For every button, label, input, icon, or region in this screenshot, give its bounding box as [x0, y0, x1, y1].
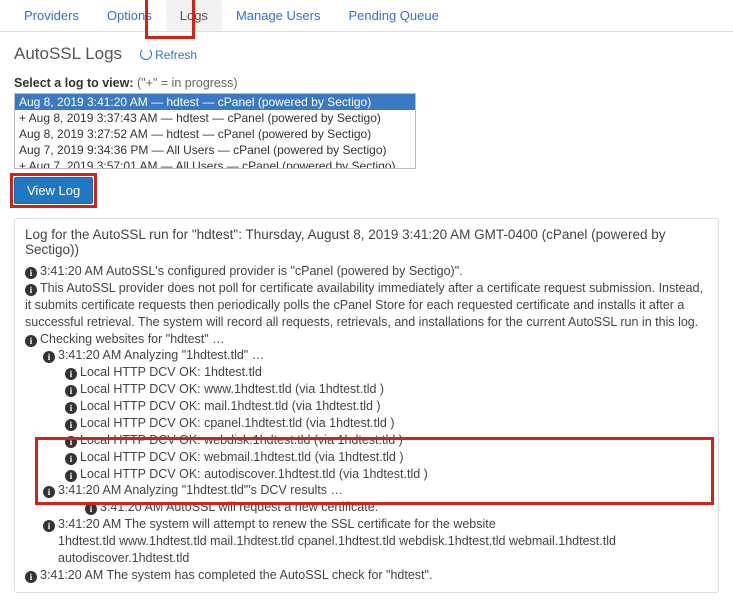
- select-log-hint: ("+" = in progress): [137, 76, 238, 90]
- log-option-0[interactable]: Aug 8, 2019 3:41:20 AM — hdtest — cPanel…: [15, 94, 415, 110]
- log-line: iLocal HTTP DCV OK: autodiscover.1hdtest…: [65, 466, 708, 483]
- log-line: i3:41:20 AM AutoSSL's configured provide…: [25, 263, 708, 280]
- log-option-4[interactable]: + Aug 7, 2019 3:57:01 AM — All Users — c…: [15, 158, 415, 169]
- tab-bar: Providers Options Logs Manage Users Pend…: [0, 0, 733, 32]
- log-line: iLocal HTTP DCV OK: webmail.1hdtest.tld …: [65, 449, 708, 466]
- info-icon: i: [43, 486, 55, 498]
- log-line: i3:41:20 AM AutoSSL will request a new c…: [85, 499, 708, 516]
- log-text: Local HTTP DCV OK: mail.1hdtest.tld (via…: [80, 399, 381, 413]
- log-text: 3:41:20 AM The system will attempt to re…: [58, 517, 496, 531]
- select-log-label-text: Select a log to view:: [14, 76, 133, 90]
- info-icon: i: [25, 571, 37, 583]
- info-icon: i: [65, 402, 77, 414]
- log-line: i3:41:20 AM The system will attempt to r…: [43, 516, 708, 533]
- log-text: 3:41:20 AM AutoSSL will request a new ce…: [100, 500, 378, 514]
- log-line: iLocal HTTP DCV OK: www.1hdtest.tld (via…: [65, 381, 708, 398]
- log-text: Local HTTP DCV OK: www.1hdtest.tld (via …: [80, 382, 384, 396]
- log-line: iLocal HTTP DCV OK: cpanel.1hdtest.tld (…: [65, 415, 708, 432]
- info-icon: i: [65, 436, 77, 448]
- page-title: AutoSSL Logs: [14, 44, 122, 64]
- log-text: Local HTTP DCV OK: webdisk.1hdtest.tld (…: [80, 433, 403, 447]
- log-select[interactable]: Aug 8, 2019 3:41:20 AM — hdtest — cPanel…: [14, 93, 416, 169]
- log-line: i3:41:20 AM Analyzing "1hdtest.tld" …: [43, 347, 708, 364]
- info-icon: i: [25, 267, 37, 279]
- info-icon: i: [25, 335, 37, 347]
- log-text: Checking websites for "hdtest" …: [40, 332, 225, 346]
- log-text: 3:41:20 AM AutoSSL's configured provider…: [40, 264, 463, 278]
- log-line: iLocal HTTP DCV OK: 1hdtest.tld: [65, 364, 708, 381]
- info-icon: i: [65, 385, 77, 397]
- tab-pending-queue[interactable]: Pending Queue: [334, 0, 452, 31]
- log-text: 3:41:20 AM Analyzing "1hdtest.tld" …: [58, 348, 264, 362]
- info-icon: i: [85, 503, 97, 515]
- info-icon: i: [65, 419, 77, 431]
- tab-options[interactable]: Options: [93, 0, 166, 31]
- log-panel: Log for the AutoSSL run for "hdtest": Th…: [14, 218, 719, 593]
- log-header: Log for the AutoSSL run for "hdtest": Th…: [25, 227, 708, 257]
- log-text: 3:41:20 AM Analyzing "1hdtest.tld"'s DCV…: [58, 483, 343, 497]
- tab-logs[interactable]: Logs: [166, 0, 222, 31]
- log-text: 3:41:20 AM The system has completed the …: [40, 568, 432, 582]
- log-line: iLocal HTTP DCV OK: mail.1hdtest.tld (vi…: [65, 398, 708, 415]
- info-icon: i: [65, 453, 77, 465]
- refresh-icon: [140, 48, 152, 60]
- log-text: Local HTTP DCV OK: 1hdtest.tld: [80, 365, 262, 379]
- log-option-3[interactable]: Aug 7, 2019 9:34:36 PM — All Users — cPa…: [15, 142, 415, 158]
- log-line: i3:41:20 AM The system has completed the…: [25, 567, 708, 584]
- log-text: This AutoSSL provider does not poll for …: [25, 281, 703, 329]
- info-icon: i: [43, 520, 55, 532]
- log-line: i3:41:20 AM Analyzing "1hdtest.tld"'s DC…: [43, 482, 708, 499]
- info-icon: i: [65, 368, 77, 380]
- log-line: iLocal HTTP DCV OK: webdisk.1hdtest.tld …: [65, 432, 708, 449]
- log-text: Local HTTP DCV OK: webmail.1hdtest.tld (…: [80, 450, 404, 464]
- log-text: Local HTTP DCV OK: autodiscover.1hdtest.…: [80, 467, 428, 481]
- log-line: iChecking websites for "hdtest" …: [25, 331, 708, 348]
- tab-manage-users[interactable]: Manage Users: [222, 0, 335, 31]
- refresh-text: Refresh: [155, 48, 197, 62]
- info-icon: i: [25, 284, 37, 296]
- log-text: Local HTTP DCV OK: cpanel.1hdtest.tld (v…: [80, 416, 395, 430]
- view-log-button[interactable]: View Log: [14, 177, 93, 204]
- refresh-link[interactable]: Refresh: [140, 48, 197, 62]
- log-line: iThis AutoSSL provider does not poll for…: [25, 280, 708, 331]
- log-line: 1hdtest.tld www.1hdtest.tld mail.1hdtest…: [43, 533, 708, 567]
- tab-providers[interactable]: Providers: [10, 0, 93, 31]
- info-icon: i: [43, 351, 55, 363]
- log-option-2[interactable]: Aug 8, 2019 3:27:52 AM — hdtest — cPanel…: [15, 126, 415, 142]
- info-icon: i: [65, 470, 77, 482]
- log-option-1[interactable]: + Aug 8, 2019 3:37:43 AM — hdtest — cPan…: [15, 110, 415, 126]
- select-log-label: Select a log to view: ("+" = in progress…: [14, 76, 719, 90]
